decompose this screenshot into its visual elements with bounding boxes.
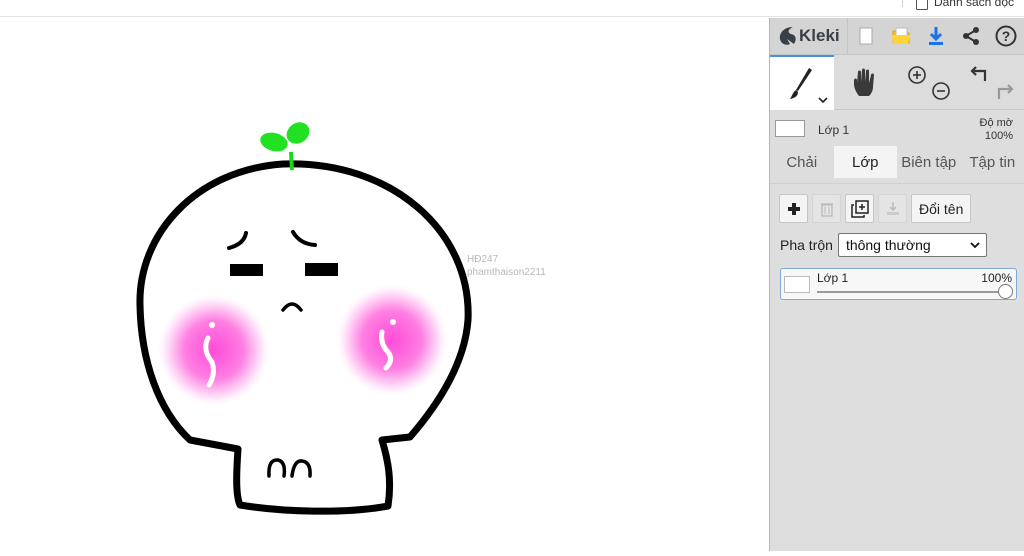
layer-opacity-slider[interactable]	[817, 291, 1007, 293]
help-button[interactable]: ?	[988, 18, 1023, 55]
layer-item-name: Lớp 1	[817, 271, 848, 285]
tab-bar: Chải Lớp Biên tập Tập tin	[770, 146, 1024, 178]
kleki-side-panel: Kleki	[769, 18, 1024, 551]
kleki-logo-icon	[778, 25, 798, 47]
blend-mode-select[interactable]: thông thường	[838, 233, 987, 257]
layers-panel: Đổi tên Pha trộn thông thường Lớp 1 100%	[770, 183, 1024, 551]
merge-down-icon	[885, 201, 901, 217]
layer-thumbnail[interactable]	[775, 120, 805, 137]
canvas-watermark: HĐ247 phamthaison2211	[467, 253, 546, 279]
top-toolbar: Kleki	[770, 18, 1024, 55]
undo-redo-tool[interactable]	[961, 55, 1024, 110]
duplicate-layer-button[interactable]	[845, 194, 874, 223]
zoom-icon	[902, 63, 956, 103]
brush-icon	[787, 66, 817, 102]
watermark-line-2: phamthaison2211	[467, 266, 546, 279]
opacity-value: 100%	[980, 130, 1014, 143]
blend-mode-label: Pha trộn	[780, 237, 833, 253]
tab-layers[interactable]: Lớp	[834, 146, 898, 178]
toolbar-separator	[902, 0, 903, 7]
new-file-button[interactable]	[848, 18, 883, 55]
tab-file[interactable]: Tập tin	[961, 146, 1024, 178]
plus-icon	[787, 202, 801, 216]
opacity-label: Độ mờ	[980, 117, 1014, 130]
sprout-leaf-left	[258, 130, 290, 155]
download-icon	[927, 26, 945, 46]
reading-list-icon	[916, 0, 928, 10]
kleki-logo[interactable]: Kleki	[770, 18, 848, 55]
svg-text:?: ?	[1001, 28, 1010, 44]
sprout-stem	[291, 152, 292, 170]
chevron-down-icon	[970, 242, 980, 249]
rename-layer-button[interactable]: Đổi tên	[911, 194, 971, 223]
right-eye	[305, 263, 338, 276]
share-icon	[961, 26, 981, 46]
canvas-drawing	[0, 18, 769, 551]
layer-item-opacity: 100%	[981, 271, 1012, 285]
duplicate-icon	[851, 200, 869, 218]
layer-opacity-slider-handle[interactable]	[998, 284, 1013, 299]
tab-brush[interactable]: Chải	[770, 146, 834, 178]
new-file-icon	[859, 27, 873, 45]
watermark-line-1: HĐ247	[467, 253, 546, 266]
save-download-button[interactable]	[918, 18, 953, 55]
add-layer-button[interactable]	[779, 194, 808, 223]
brush-tool-button[interactable]	[770, 55, 834, 110]
undo-redo-icon	[965, 63, 1019, 103]
merge-down-button[interactable]	[878, 194, 907, 223]
current-layer-strip: Lớp 1 Độ mờ 100%	[770, 110, 1024, 146]
share-button[interactable]	[953, 18, 988, 55]
help-icon: ?	[995, 25, 1017, 47]
reading-list-button[interactable]: Danh sách đọc	[916, 0, 1014, 9]
zoom-tool-button[interactable]	[897, 55, 961, 110]
hand-icon	[851, 68, 879, 98]
browser-bar: Danh sách đọc	[0, 0, 1024, 17]
drawing-canvas[interactable]: HĐ247 phamthaison2211	[0, 18, 769, 551]
layer-list-item[interactable]: Lớp 1 100%	[780, 268, 1017, 300]
layer-actions: Đổi tên	[779, 194, 971, 223]
hand-tool-button[interactable]	[834, 55, 898, 110]
current-layer-opacity: Độ mờ 100%	[980, 117, 1014, 143]
tool-row	[770, 55, 1024, 110]
blend-mode-row: Pha trộn thông thường	[780, 233, 987, 257]
tab-edit[interactable]: Biên tập	[897, 146, 961, 178]
chevron-down-icon	[818, 96, 828, 104]
reading-list-label: Danh sách đọc	[934, 0, 1014, 9]
current-layer-name: Lớp 1	[818, 123, 849, 137]
trash-icon	[820, 201, 834, 217]
kleki-logo-text: Kleki	[799, 26, 840, 46]
blend-mode-value: thông thường	[846, 237, 931, 253]
left-eye	[230, 264, 263, 276]
layer-item-thumbnail	[784, 276, 810, 293]
delete-layer-button[interactable]	[812, 194, 841, 223]
open-folder-icon	[891, 27, 911, 45]
open-button[interactable]	[883, 18, 918, 55]
